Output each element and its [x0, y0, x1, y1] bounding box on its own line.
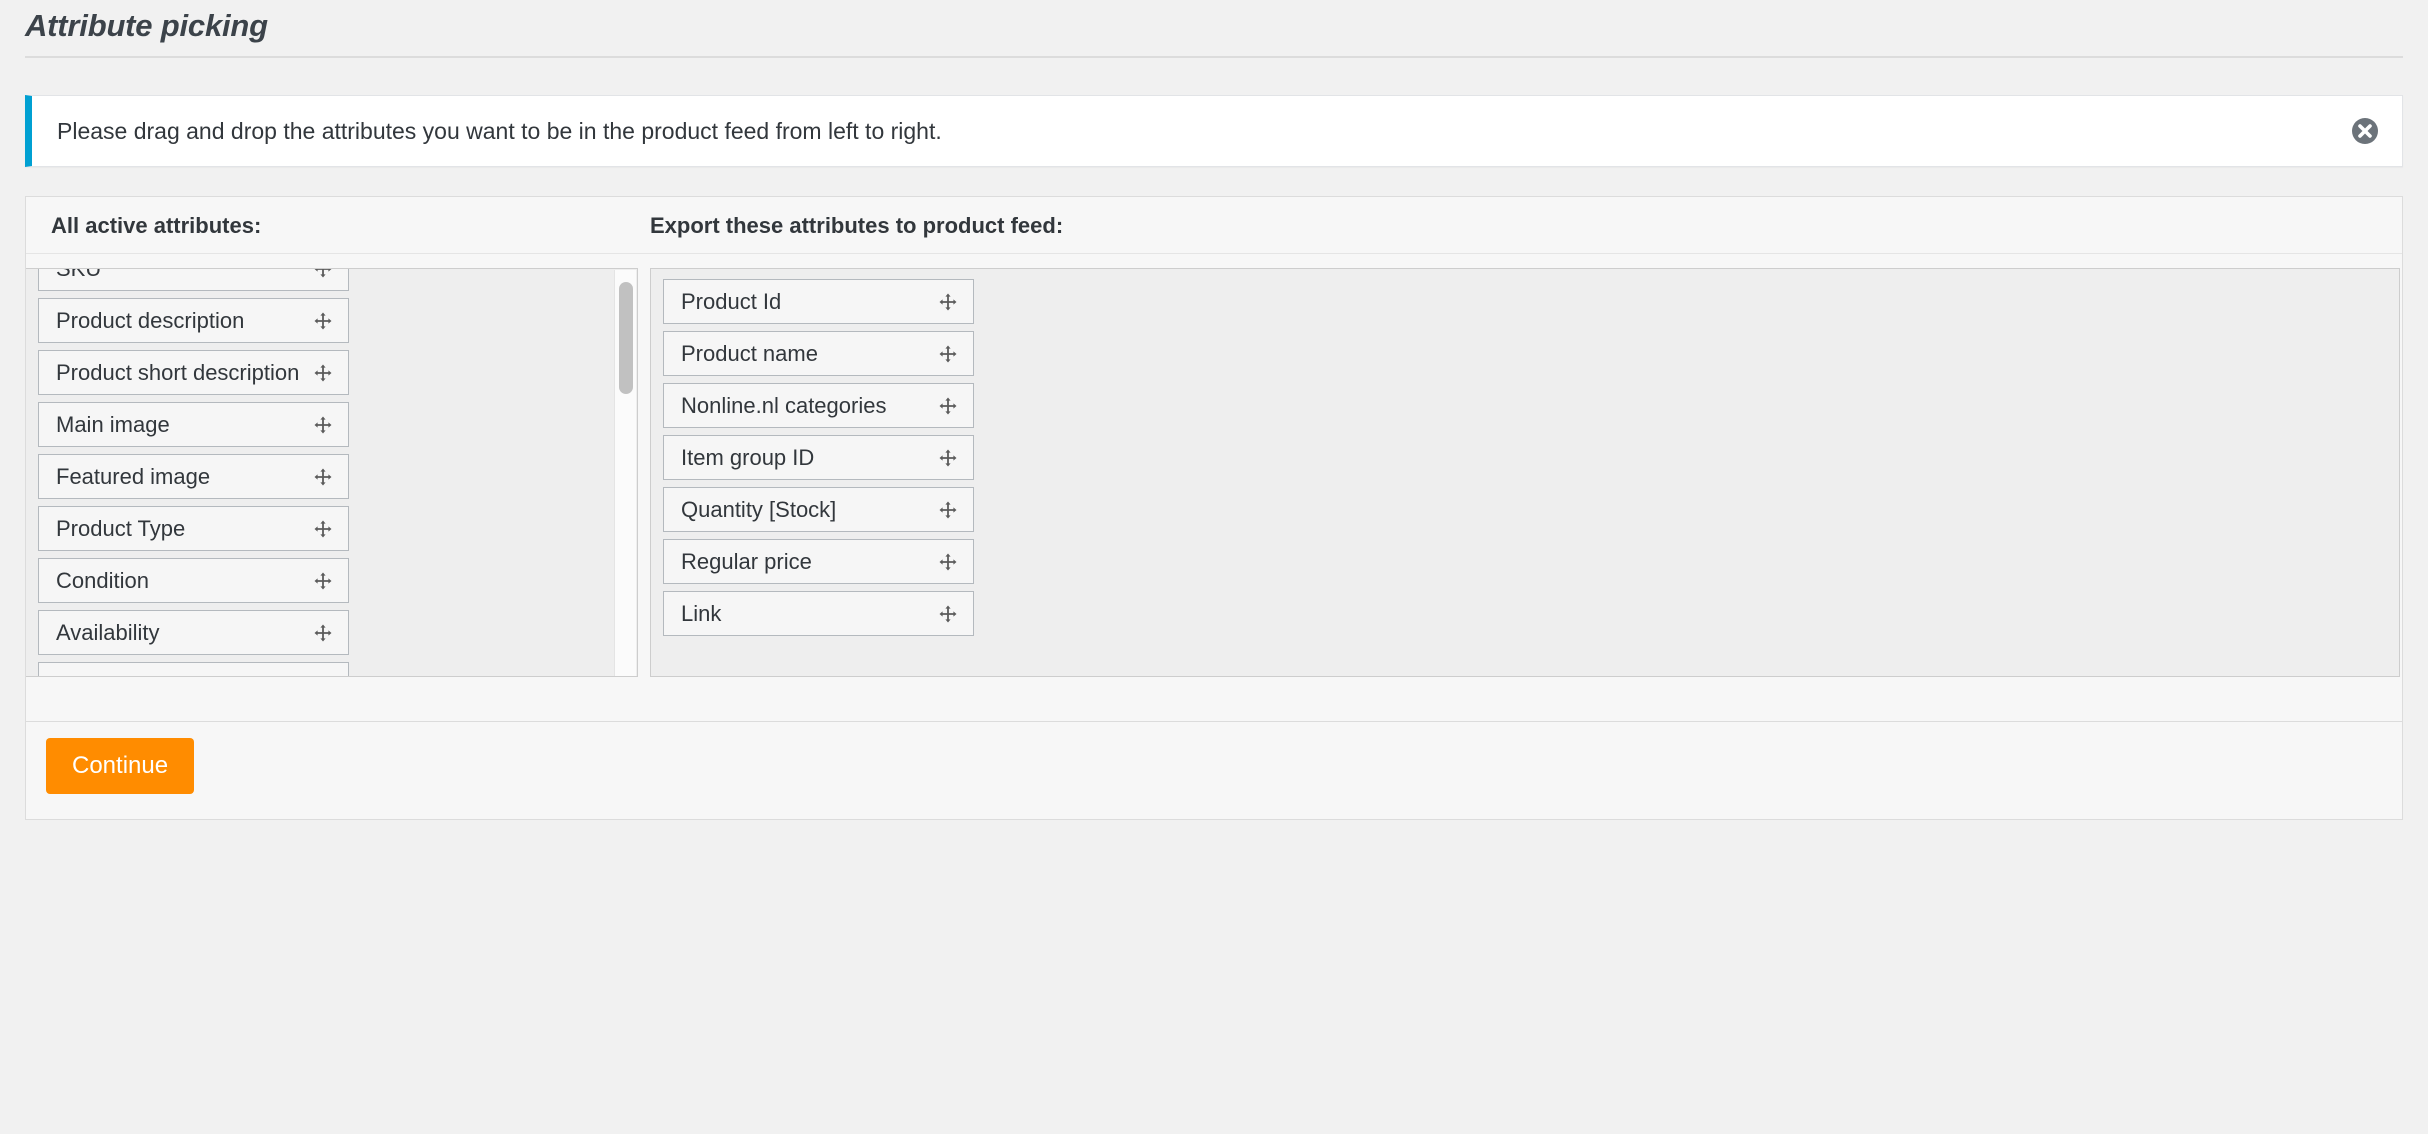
source-attribute-item[interactable]: Sale price	[38, 662, 349, 677]
source-list-scrollbar[interactable]	[614, 270, 636, 676]
source-attribute-item[interactable]: Condition	[38, 558, 349, 603]
source-attribute-item[interactable]: Product description	[38, 298, 349, 343]
notice-message: Please drag and drop the attributes you …	[57, 117, 942, 144]
source-attribute-item-label: Featured image	[56, 463, 211, 489]
move-arrows-icon[interactable]	[313, 311, 333, 331]
source-attributes-list: SKU Product description Product short desc…	[26, 268, 611, 677]
target-column-header: Export these attributes to product feed:	[650, 213, 1064, 238]
move-arrows-icon[interactable]	[313, 467, 333, 487]
source-attribute-item[interactable]: Main image	[38, 402, 349, 447]
source-attribute-item[interactable]: Availability	[38, 610, 349, 655]
source-attribute-item[interactable]: Product short description	[38, 350, 349, 395]
info-notice: Please drag and drop the attributes you …	[25, 95, 2403, 167]
target-attribute-item-label: Product Id	[681, 288, 782, 314]
continue-button[interactable]: Continue	[46, 738, 195, 794]
target-attribute-item-label: Quantity [Stock]	[681, 496, 837, 522]
target-attributes-panel[interactable]: Product Id Product name Nonline.nl categor…	[650, 268, 2400, 677]
close-circle-icon[interactable]	[2350, 116, 2380, 146]
move-arrows-icon[interactable]	[313, 571, 333, 591]
card-footer: Continue	[25, 722, 2403, 820]
source-attribute-item-label: Main image	[56, 411, 170, 437]
move-arrows-icon[interactable]	[938, 344, 958, 364]
source-attribute-item-label: SKU	[56, 268, 102, 281]
target-attributes-list: Product Id Product name Nonline.nl categor…	[651, 269, 2399, 636]
page-title: Attribute picking	[25, 8, 268, 43]
source-attribute-item[interactable]: Product Type	[38, 506, 349, 551]
source-attribute-item[interactable]: Featured image	[38, 454, 349, 499]
move-arrows-icon[interactable]	[938, 552, 958, 572]
source-column-header: All active attributes:	[51, 213, 262, 238]
move-arrows-icon[interactable]	[313, 363, 333, 383]
source-attributes-panel[interactable]: SKU Product description Product short desc…	[26, 268, 638, 677]
title-divider	[25, 56, 2403, 58]
move-arrows-icon[interactable]	[938, 448, 958, 468]
target-attribute-item-label: Link	[681, 600, 722, 626]
move-arrows-icon[interactable]	[938, 604, 958, 624]
target-attribute-item-label: Regular price	[681, 548, 812, 574]
source-attribute-item-label: Product Type	[56, 515, 186, 541]
target-attribute-item-label: Product name	[681, 340, 818, 366]
move-arrows-icon[interactable]	[313, 415, 333, 435]
target-attribute-item[interactable]: Regular price	[663, 539, 974, 584]
source-attribute-item-label: Availability	[56, 619, 160, 645]
source-attribute-item-label: Product description	[56, 307, 245, 333]
source-attribute-item[interactable]: SKU	[38, 268, 349, 291]
target-attribute-item[interactable]: Product Id	[663, 279, 974, 324]
move-arrows-icon[interactable]	[938, 292, 958, 312]
target-attribute-item[interactable]: Item group ID	[663, 435, 974, 480]
attribute-picking-page: Attribute picking Please drag and drop t…	[0, 0, 2428, 1134]
source-list-scrollbar-thumb[interactable]	[619, 282, 633, 394]
source-attribute-item-label: Product short description	[56, 359, 300, 385]
target-attribute-item-label: Item group ID	[681, 444, 815, 470]
source-attribute-item-label: Sale price	[56, 672, 154, 677]
source-attribute-item-label: Condition	[56, 567, 149, 593]
move-arrows-icon[interactable]	[938, 500, 958, 520]
picker-body: SKU Product description Product short desc…	[26, 254, 2402, 721]
move-arrows-icon[interactable]	[313, 623, 333, 643]
target-attribute-item[interactable]: Link	[663, 591, 974, 636]
target-attribute-item[interactable]: Quantity [Stock]	[663, 487, 974, 532]
attribute-picker-card: All active attributes: Export these attr…	[25, 196, 2403, 722]
move-arrows-icon[interactable]	[313, 269, 333, 279]
move-arrows-icon[interactable]	[938, 396, 958, 416]
move-arrows-icon[interactable]	[313, 519, 333, 539]
target-attribute-item[interactable]: Product name	[663, 331, 974, 376]
target-attribute-item-label: Nonline.nl categories	[681, 392, 887, 418]
picker-header-row: All active attributes: Export these attr…	[26, 197, 2402, 254]
target-attribute-item[interactable]: Nonline.nl categories	[663, 383, 974, 428]
move-arrows-icon[interactable]	[313, 675, 333, 677]
